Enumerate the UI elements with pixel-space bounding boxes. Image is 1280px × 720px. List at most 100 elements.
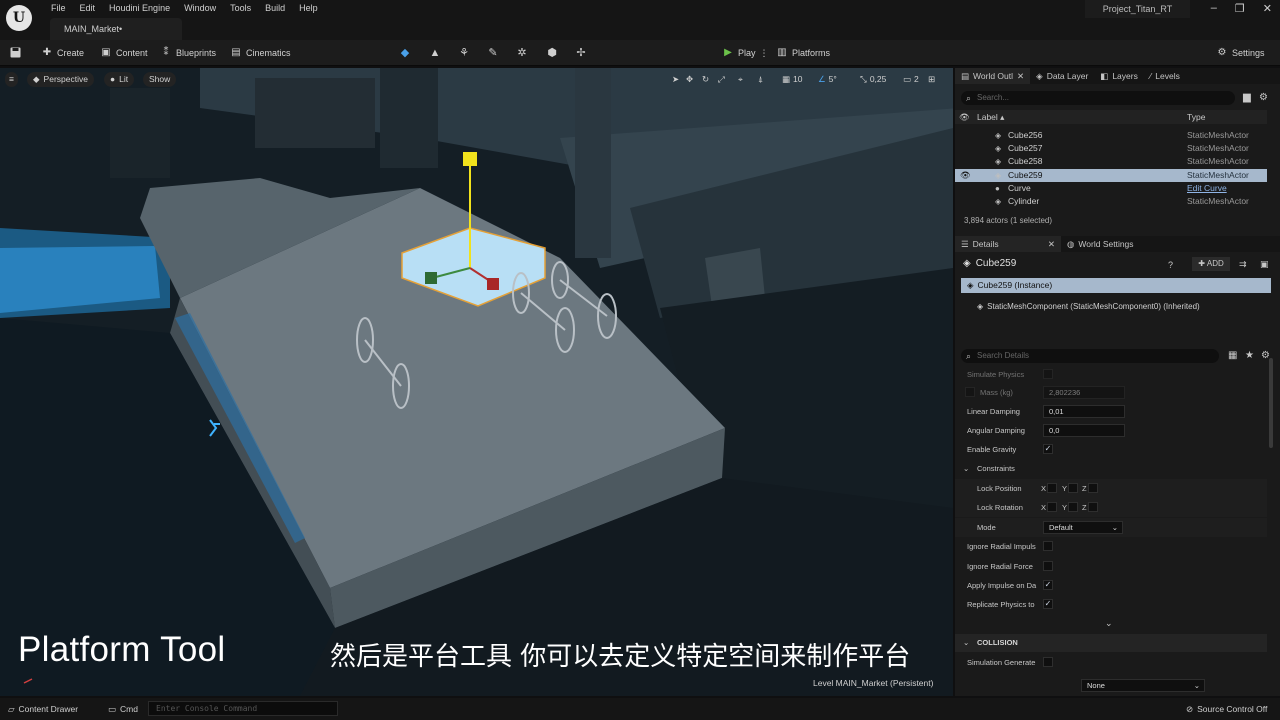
foliage-mode-icon[interactable]: ⚘ [456, 45, 472, 61]
outliner-search-input[interactable]: ⌕ Search... [961, 91, 1235, 105]
lock-position-x-checkbox[interactable] [1047, 483, 1057, 493]
close-icon[interactable]: ✕ [1017, 68, 1024, 84]
tab-details[interactable]: ☰ Details ✕ [955, 236, 1061, 252]
viewport-menu-button[interactable]: ≡ [5, 72, 18, 87]
label-column-header[interactable]: Label ▴ [977, 110, 1004, 124]
blueprints-button[interactable]: ⁑ Blueprints [160, 45, 217, 61]
angular-damping-input[interactable]: 0,0 [1043, 424, 1125, 437]
cinematics-button[interactable]: ▤ Cinematics [230, 45, 290, 61]
menu-tools[interactable]: Tools [223, 2, 258, 14]
outliner-row-selected[interactable]: 👁 ◈ Cube259 StaticMeshActor [955, 169, 1267, 182]
expand-more-icon[interactable]: ⌄ [1105, 618, 1113, 629]
blueprint-icon[interactable]: ⇉ [1239, 259, 1247, 270]
close-window-button[interactable]: ✕ [1263, 2, 1272, 15]
mass-override-checkbox[interactable] [965, 387, 975, 397]
visibility-icon[interactable]: 👁 [959, 110, 970, 124]
menu-file[interactable]: File [44, 2, 73, 14]
apply-impulse-checkbox[interactable]: ✓ [1043, 580, 1053, 590]
angle-snap-control[interactable]: ∠ 5° [818, 72, 837, 87]
create-button[interactable]: ✚ Create [41, 45, 84, 61]
console-command-input[interactable]: Enter Console Command [148, 701, 338, 716]
lock-rotation-z-checkbox[interactable] [1088, 502, 1098, 512]
menu-houdini-engine[interactable]: Houdini Engine [102, 2, 177, 14]
content-button[interactable]: ▣ Content [100, 45, 147, 61]
tab-layers[interactable]: ◧ Layers [1094, 68, 1144, 84]
star-icon[interactable]: ★ [1245, 350, 1254, 361]
tab-levels[interactable]: ⁄ Levels [1144, 68, 1186, 84]
outliner-row[interactable]: ◈ Cube256 StaticMeshActor [955, 129, 1267, 142]
level-document-tab[interactable]: MAIN_Market• [50, 18, 182, 40]
outliner-row[interactable]: ◈ Cube257 StaticMeshActor [955, 142, 1267, 155]
mass-input[interactable]: 2,802236 [1043, 386, 1125, 399]
tab-world-outliner[interactable]: ▤ World Outl ✕ [955, 68, 1031, 84]
component-row[interactable]: ◈ StaticMeshComponent (StaticMeshCompone… [977, 302, 1200, 311]
instance-row[interactable]: ◈ Cube259 (Instance) [961, 278, 1271, 293]
table-view-icon[interactable]: ▦ [1228, 350, 1237, 361]
cmd-button[interactable]: ▭ Cmd [108, 702, 138, 716]
play-options-icon[interactable]: ⋮ [760, 48, 769, 59]
unreal-logo[interactable]: U [6, 5, 32, 31]
menu-build[interactable]: Build [258, 2, 292, 14]
lock-icon[interactable]: ▣ [1260, 259, 1269, 270]
scale-snap-control[interactable]: ⤡ 0,25 [860, 72, 886, 87]
visibility-icon[interactable]: 👁 [960, 169, 971, 182]
select-mode-icon[interactable]: ◆ [397, 45, 413, 61]
camera-speed-control[interactable]: ▭ 2 [903, 72, 919, 87]
level-viewport[interactable]: ≡ ◆ Perspective ● Lit Show ➤ ✥ ↻ ⤢ ⌖ ⍋ ▦… [0, 68, 953, 696]
scale-tool-icon[interactable]: ⤢ [718, 72, 725, 87]
lock-position-z-checkbox[interactable] [1088, 483, 1098, 493]
perspective-button[interactable]: ◆ Perspective [27, 72, 94, 87]
show-button[interactable]: Show [143, 72, 177, 87]
menu-window[interactable]: Window [177, 2, 223, 14]
menu-edit[interactable]: Edit [73, 2, 103, 14]
tab-world-settings[interactable]: ◍ World Settings [1061, 236, 1140, 252]
platforms-button[interactable]: ▥ Platforms [776, 45, 830, 61]
close-icon[interactable]: ✕ [1048, 236, 1055, 252]
ignore-radial-force-checkbox[interactable] [1043, 561, 1053, 571]
lock-rotation-y-checkbox[interactable] [1068, 502, 1078, 512]
settings-gear-icon[interactable]: ⚙ [1259, 92, 1268, 103]
rotate-tool-icon[interactable]: ↻ [702, 72, 709, 87]
constraints-header[interactable]: ⌄ Constraints [955, 459, 1267, 478]
details-scrollbar[interactable] [1269, 358, 1273, 448]
simulate-physics-checkbox[interactable] [1043, 369, 1053, 379]
replicate-physics-checkbox[interactable]: ✓ [1043, 599, 1053, 609]
outliner-row[interactable]: ◈ Cube258 StaticMeshActor [955, 155, 1267, 168]
settings-button[interactable]: ⚙ Settings [1216, 45, 1265, 61]
tab-data-layers[interactable]: ◈ Data Layer [1030, 68, 1094, 84]
brush-edit-mode-icon[interactable]: ⬢ [544, 45, 560, 61]
maximize-viewport-icon[interactable]: ⊞ [928, 72, 935, 87]
outliner-row[interactable]: ● Curve Edit Curve [955, 182, 1267, 195]
maximize-button[interactable]: ❐ [1235, 2, 1245, 15]
grid-snap-control[interactable]: ▦ 10 [782, 72, 803, 87]
edit-curve-link[interactable]: Edit Curve [1187, 182, 1227, 195]
landscape-mode-icon[interactable]: ▲ [427, 45, 443, 61]
mode-dropdown[interactable]: Default ⌄ [1043, 521, 1123, 534]
folder-icon[interactable]: ▆ [1243, 92, 1251, 103]
animation-mode-icon[interactable]: ✢ [573, 45, 589, 61]
help-icon[interactable]: ? [1168, 260, 1173, 270]
content-drawer-button[interactable]: ▱ Content Drawer [8, 702, 78, 716]
surface-snap-icon[interactable]: ⍋ [758, 72, 763, 87]
type-column-header[interactable]: Type [1187, 110, 1205, 124]
add-component-button[interactable]: ✚ ADD [1192, 257, 1230, 271]
save-button[interactable] [9, 45, 21, 61]
phys-material-dropdown[interactable]: None ⌄ [1081, 679, 1205, 692]
lit-button[interactable]: ● Lit [104, 72, 135, 87]
minimize-button[interactable]: – [1211, 2, 1217, 15]
mesh-paint-mode-icon[interactable]: ✎ [485, 45, 501, 61]
translate-tool-icon[interactable]: ✥ [686, 72, 693, 87]
outliner-row[interactable]: ◈ Cylinder StaticMeshActor [955, 195, 1267, 208]
enable-gravity-checkbox[interactable]: ✓ [1043, 444, 1053, 454]
simulation-generates-checkbox[interactable] [1043, 657, 1053, 667]
select-tool-icon[interactable]: ➤ [672, 72, 679, 87]
play-button[interactable]: ▶ Play ⋮ [722, 45, 769, 61]
linear-damping-input[interactable]: 0,01 [1043, 405, 1125, 418]
lock-position-y-checkbox[interactable] [1068, 483, 1078, 493]
ignore-radial-impulse-checkbox[interactable] [1043, 541, 1053, 551]
collision-section-header[interactable]: ⌄ COLLISION [955, 634, 1267, 652]
lock-rotation-x-checkbox[interactable] [1047, 502, 1057, 512]
source-control-button[interactable]: ⊘ Source Control Off [1186, 702, 1267, 716]
fracture-mode-icon[interactable]: ✲ [514, 45, 530, 61]
menu-help[interactable]: Help [292, 2, 325, 14]
